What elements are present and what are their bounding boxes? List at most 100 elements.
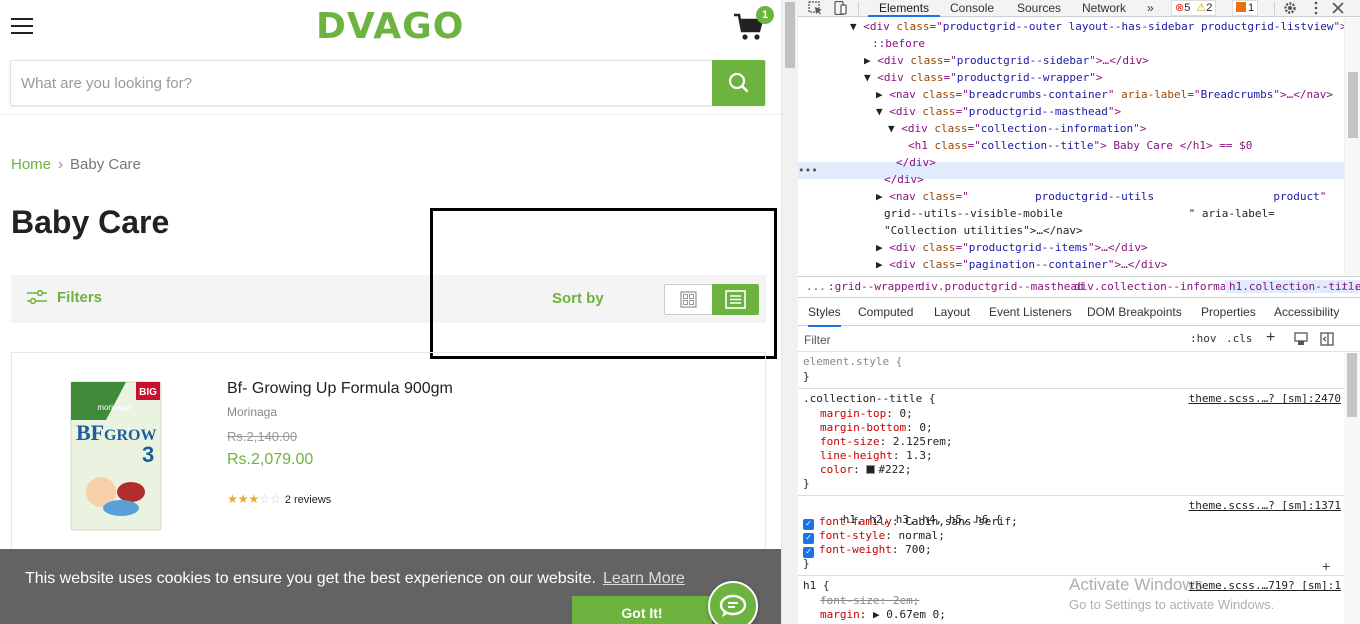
color-swatch[interactable] (866, 465, 876, 474)
dom-crumb-masthead[interactable]: div.productgrid--masthead (918, 280, 1084, 293)
dom-node-line[interactable]: ▼ <div class="productgrid--masthead"> (876, 103, 1121, 120)
dom-node-line[interactable]: ▶ <div class="productgrid--items">…</div… (876, 239, 1148, 256)
breadcrumb-separator: › (58, 156, 64, 173)
css-declaration[interactable]: color: #222; (820, 463, 912, 477)
page-scrollbar-thumb[interactable] (785, 2, 795, 68)
css-declaration[interactable]: margin: ▶ 0.67em 0; (820, 608, 946, 622)
cookie-accept-button[interactable]: Got It! (572, 596, 712, 624)
error-warning-counter[interactable]: ⊗5 ⚠2 (1171, 0, 1217, 16)
site-logo[interactable]: DVAGO (316, 6, 464, 47)
cls-toggle[interactable]: .cls (1226, 332, 1253, 345)
dom-breadcrumbs: ... :grid--wrapper div.productgrid--mast… (798, 276, 1360, 298)
more-options-icon[interactable] (1308, 1, 1324, 15)
tab-computed[interactable]: Computed (858, 305, 913, 319)
hamburger-menu-icon[interactable] (11, 18, 33, 36)
inspect-element-icon[interactable] (808, 1, 824, 15)
tab-dom-breakpoints[interactable]: DOM Breakpoints (1087, 305, 1182, 319)
h1-selector[interactable]: h1 { (803, 579, 830, 593)
css-declaration[interactable]: ✓ font-weight: 700; (803, 543, 932, 558)
learn-more-link[interactable]: Learn More (603, 570, 685, 587)
dom-node-line[interactable]: ▶ <div class="pagination--container">…</… (876, 256, 1167, 273)
dom-node-line[interactable]: grid--utils--visible-mobile " aria-label… (884, 205, 1275, 222)
tag-name: <div (863, 20, 890, 33)
tab-network[interactable]: Network (1082, 0, 1126, 17)
settings-gear-icon[interactable] (1282, 1, 1298, 15)
dom-node-line[interactable]: "Collection utilities">…</nav> (884, 222, 1083, 239)
dom-node-line[interactable]: </div> (896, 154, 936, 171)
filters-button[interactable]: Filters (27, 289, 102, 306)
hov-toggle[interactable]: :hov (1190, 332, 1217, 345)
css-property-name: font-size (820, 594, 880, 607)
element-style-selector[interactable]: element.style { (803, 355, 902, 369)
css-declaration[interactable]: font-size: 2em; (820, 594, 919, 608)
dom-crumb-overflow-left[interactable]: ... (806, 280, 826, 293)
headings-selector[interactable]: h1, h2, h3, h4, h5, h6 { (803, 499, 1002, 526)
attribute-name: class (903, 54, 944, 67)
css-property-value: 0; (919, 421, 933, 434)
tag-end: > (1095, 71, 1103, 84)
search-button[interactable] (712, 60, 765, 106)
dom-tree-scrollbar[interactable] (1344, 18, 1360, 275)
collection-title-selector[interactable]: .collection--title { (803, 392, 935, 406)
dom-node-line[interactable]: <h1 class="collection--title"> Baby Care… (908, 137, 1252, 154)
attribute-value: productgrid--items (968, 241, 1088, 254)
product-name[interactable]: Bf- Growing Up Formula 900gm (227, 380, 453, 398)
tag-end: > (1114, 105, 1122, 118)
chat-button[interactable] (708, 581, 758, 624)
tab-console[interactable]: Console (950, 0, 994, 17)
css-declaration[interactable]: margin-top: 0; (820, 407, 913, 421)
dom-crumb-wrapper[interactable]: :grid--wrapper (828, 280, 921, 293)
dom-node-line[interactable]: ::before (872, 35, 925, 52)
tab-layout[interactable]: Layout (934, 305, 970, 319)
product-card[interactable]: BIG morinaga BF GROW 3 Bf- Growing Up Fo… (11, 352, 766, 552)
css-colon: : (879, 435, 893, 448)
dom-tree-scrollbar-thumb[interactable] (1348, 72, 1358, 138)
node-actions-dots[interactable]: ••• (798, 162, 818, 179)
add-property-icon[interactable]: + (1322, 558, 1330, 574)
dom-node-line[interactable]: ▼ <div class="collection--information"> (888, 120, 1146, 137)
toggle-sidebar-icon[interactable] (1320, 332, 1334, 346)
computed-styles-icon[interactable] (1294, 332, 1308, 346)
new-style-rule-icon[interactable]: + (1266, 329, 1275, 347)
dom-node-line[interactable]: ▼ <div class="productgrid--wrapper"> (864, 69, 1102, 86)
attribute-quote: " (1089, 71, 1096, 84)
more-tabs-button[interactable]: » (1147, 0, 1154, 17)
page-scrollbar[interactable] (781, 0, 798, 624)
device-toolbar-icon[interactable] (832, 1, 848, 15)
review-count[interactable]: 2 reviews (285, 494, 331, 506)
close-devtools-icon[interactable] (1330, 1, 1346, 15)
cookie-banner: This website uses cookies to ensure you … (0, 549, 781, 624)
dom-node-line[interactable]: </div> (884, 171, 924, 188)
attribute-name: class (915, 88, 956, 101)
dom-node-line[interactable]: ▶ <nav class=" productgrid--utils produc… (876, 188, 1326, 205)
styles-scrollbar-thumb[interactable] (1347, 353, 1357, 417)
tab-event-listeners[interactable]: Event Listeners (989, 305, 1072, 319)
styles-scrollbar[interactable] (1344, 353, 1360, 624)
search-input[interactable] (11, 61, 713, 105)
dom-tree[interactable]: ••• ▼ <div class="productgrid--outer lay… (798, 18, 1344, 275)
tab-accessibility[interactable]: Accessibility (1274, 305, 1339, 319)
tab-sources[interactable]: Sources (1017, 0, 1061, 17)
styles-filter-input[interactable] (804, 331, 1180, 348)
dom-node-line[interactable]: ▶ <nav class="breadcrumbs-container" ari… (876, 86, 1333, 103)
dom-node-line[interactable]: ▼ <div class="productgrid--outer layout-… (850, 18, 1344, 35)
breadcrumb-home-link[interactable]: Home (11, 156, 51, 173)
watermark-subtitle: Go to Settings to activate Windows. (1069, 597, 1275, 612)
issues-counter[interactable]: 1 (1232, 0, 1259, 16)
dom-node-line[interactable]: ▶ <div class="productgrid--sidebar">…</d… (864, 52, 1149, 69)
star-filled-icon: ★ (237, 492, 249, 506)
selected-dom-node-row[interactable] (798, 162, 1344, 179)
css-declaration[interactable]: line-height: 1.3; (820, 449, 933, 463)
dom-crumb-overflow-right[interactable]: ... (1340, 280, 1360, 293)
tag-name: <div (901, 122, 928, 135)
css-declaration[interactable]: ✓ font-style: normal; (803, 529, 945, 544)
tab-properties[interactable]: Properties (1201, 305, 1256, 319)
headings-source-link[interactable]: theme.scss.…? [sm]:1371 (1189, 499, 1341, 512)
product-image[interactable]: BIG morinaga BF GROW 3 (66, 380, 166, 532)
tab-styles[interactable]: Styles (808, 305, 841, 327)
tab-elements[interactable]: Elements (868, 0, 941, 17)
css-declaration[interactable]: ✓ font-family: Cabin,sans-serif; (803, 515, 1018, 530)
css-declaration[interactable]: font-size: 2.125rem; (820, 435, 952, 449)
css-declaration[interactable]: margin-bottom: 0; (820, 421, 933, 435)
collection-title-source-link[interactable]: theme.scss.…? [sm]:2470 (1189, 392, 1341, 405)
